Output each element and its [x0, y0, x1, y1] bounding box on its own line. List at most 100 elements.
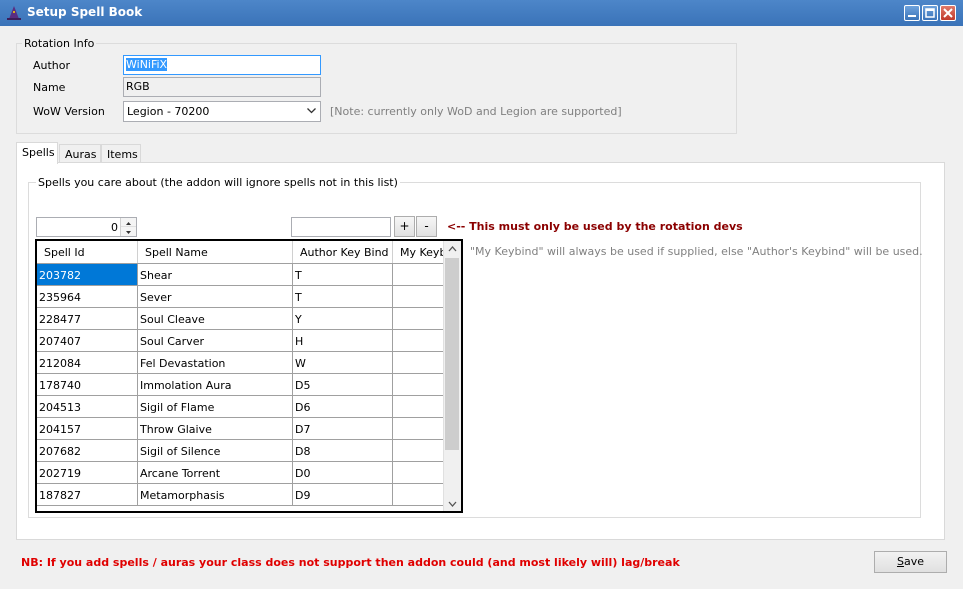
- maximize-button[interactable]: [922, 5, 938, 21]
- save-label-rest: ave: [903, 555, 924, 568]
- add-spell-button[interactable]: +: [394, 216, 415, 237]
- my-keybind-cell[interactable]: [393, 308, 447, 330]
- my-keybind-cell[interactable]: [393, 462, 447, 484]
- column-header-my-keybind[interactable]: My Keybind: [393, 241, 447, 263]
- table-row[interactable]: 228477 Soul Cleave Y: [37, 308, 447, 330]
- wow-version-select[interactable]: Legion - 70200: [123, 101, 321, 122]
- stepper-down-button[interactable]: [121, 227, 136, 236]
- author-key-bind-cell[interactable]: T: [293, 264, 393, 286]
- my-keybind-cell[interactable]: [393, 330, 447, 352]
- spells-group-title: Spells you care about (the addon will ig…: [36, 176, 400, 189]
- minimize-icon: [908, 15, 916, 17]
- scroll-up-button[interactable]: [444, 241, 461, 258]
- spell-id-cell[interactable]: 204157: [37, 418, 138, 440]
- my-keybind-cell[interactable]: [393, 374, 447, 396]
- minimize-button[interactable]: [904, 5, 920, 21]
- my-keybind-cell[interactable]: [393, 396, 447, 418]
- table-row[interactable]: 203782 Shear T: [37, 264, 447, 286]
- table-row[interactable]: 204157 Throw Glaive D7: [37, 418, 447, 440]
- stepper-up-button[interactable]: [121, 218, 136, 227]
- spell-id-cell[interactable]: 235964: [37, 286, 138, 308]
- author-key-bind-cell[interactable]: Y: [293, 308, 393, 330]
- setup-spell-book-window: Setup Spell Book Rotation Info Author Wi…: [0, 0, 963, 589]
- my-keybind-cell[interactable]: [393, 440, 447, 462]
- column-header-spell-name[interactable]: Spell Name: [138, 241, 293, 263]
- grid-header: Spell Id Spell Name Author Key Bind My K…: [37, 241, 447, 264]
- title-bar[interactable]: Setup Spell Book: [0, 0, 963, 26]
- tab-items[interactable]: Items: [101, 144, 141, 164]
- my-keybind-cell[interactable]: [393, 352, 447, 374]
- window-title: Setup Spell Book: [27, 5, 143, 19]
- table-row[interactable]: 178740 Immolation Aura D5: [37, 374, 447, 396]
- save-label-underlined: S: [896, 555, 904, 568]
- spell-id-cell[interactable]: 187827: [37, 484, 138, 506]
- table-row[interactable]: 202719 Arcane Torrent D0: [37, 462, 447, 484]
- my-keybind-cell[interactable]: [393, 286, 447, 308]
- spell-name-cell[interactable]: Sever: [138, 286, 293, 308]
- wow-version-label: WoW Version: [33, 105, 105, 118]
- my-keybind-cell[interactable]: [393, 418, 447, 440]
- author-key-bind-cell[interactable]: D8: [293, 440, 393, 462]
- tab-spells[interactable]: Spells: [16, 142, 58, 164]
- author-key-bind-cell[interactable]: T: [293, 286, 393, 308]
- remove-spell-button[interactable]: -: [416, 216, 437, 237]
- table-row[interactable]: 207682 Sigil of Silence D8: [37, 440, 447, 462]
- tab-auras[interactable]: Auras: [59, 144, 101, 164]
- scroll-down-button[interactable]: [444, 495, 461, 511]
- chevron-up-icon: [448, 246, 457, 252]
- table-row[interactable]: 204513 Sigil of Flame D6: [37, 396, 447, 418]
- spell-name-cell[interactable]: Sigil of Flame: [138, 396, 293, 418]
- spell-name-cell[interactable]: Soul Carver: [138, 330, 293, 352]
- spell-id-cell[interactable]: 212084: [37, 352, 138, 374]
- name-field[interactable]: RGB: [123, 77, 321, 97]
- spell-name-cell[interactable]: Soul Cleave: [138, 308, 293, 330]
- spell-name-cell[interactable]: Sigil of Silence: [138, 440, 293, 462]
- nb-warning: NB: If you add spells / auras your class…: [21, 556, 680, 569]
- scroll-thumb[interactable]: [445, 258, 459, 450]
- spell-name-cell[interactable]: Fel Devastation: [138, 352, 293, 374]
- table-row[interactable]: 212084 Fel Devastation W: [37, 352, 447, 374]
- spell-id-cell[interactable]: 207682: [37, 440, 138, 462]
- author-key-bind-cell[interactable]: D9: [293, 484, 393, 506]
- author-key-bind-cell[interactable]: D7: [293, 418, 393, 440]
- quantity-stepper[interactable]: 0: [36, 217, 137, 237]
- my-keybind-cell[interactable]: [393, 484, 447, 506]
- table-row[interactable]: 187827 Metamorphasis D9: [37, 484, 447, 506]
- spell-name-cell[interactable]: Arcane Torrent: [138, 462, 293, 484]
- chevron-down-icon: [126, 231, 131, 234]
- column-header-spell-id[interactable]: Spell Id: [37, 241, 138, 263]
- author-key-bind-cell[interactable]: D5: [293, 374, 393, 396]
- spell-id-cell[interactable]: 178740: [37, 374, 138, 396]
- spell-id-cell[interactable]: 207407: [37, 330, 138, 352]
- spell-name-cell[interactable]: Shear: [138, 264, 293, 286]
- name-label: Name: [33, 81, 66, 94]
- spell-name-cell[interactable]: Throw Glaive: [138, 418, 293, 440]
- spell-id-cell[interactable]: 202719: [37, 462, 138, 484]
- author-key-bind-cell[interactable]: D6: [293, 396, 393, 418]
- spell-id-input[interactable]: [291, 217, 391, 237]
- author-key-bind-cell[interactable]: D0: [293, 462, 393, 484]
- maximize-icon: [925, 8, 935, 18]
- author-field[interactable]: WiNiFiX: [123, 55, 321, 75]
- spell-id-cell[interactable]: 228477: [37, 308, 138, 330]
- author-key-bind-cell[interactable]: W: [293, 352, 393, 374]
- stepper-spin[interactable]: [120, 218, 136, 236]
- column-header-author-key-bind[interactable]: Author Key Bind: [293, 241, 393, 263]
- save-button[interactable]: Save: [874, 551, 947, 573]
- spell-name-cell[interactable]: Metamorphasis: [138, 484, 293, 506]
- table-row[interactable]: 207407 Soul Carver H: [37, 330, 447, 352]
- author-value: WiNiFiX: [126, 58, 168, 71]
- spells-grid[interactable]: Spell Id Spell Name Author Key Bind My K…: [35, 239, 463, 513]
- my-keybind-cell[interactable]: [393, 264, 447, 286]
- spell-name-cell[interactable]: Immolation Aura: [138, 374, 293, 396]
- author-key-bind-cell[interactable]: H: [293, 330, 393, 352]
- wow-version-value: Legion - 70200: [127, 105, 210, 118]
- close-button[interactable]: [940, 5, 956, 21]
- keybind-note: "My Keybind" will always be used if supp…: [470, 245, 923, 258]
- grid-scrollbar[interactable]: [443, 241, 461, 511]
- wizard-hat-icon: [6, 5, 22, 21]
- spell-id-cell[interactable]: 204513: [37, 396, 138, 418]
- table-row[interactable]: 235964 Sever T: [37, 286, 447, 308]
- spell-id-cell[interactable]: 203782: [37, 264, 138, 286]
- stepper-value: 0: [111, 221, 118, 234]
